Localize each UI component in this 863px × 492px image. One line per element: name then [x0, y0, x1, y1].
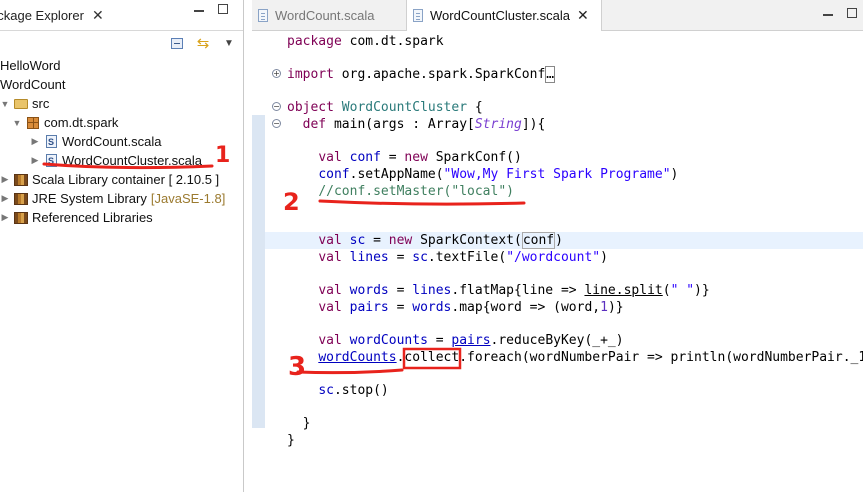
annotation-underline-3: [296, 368, 404, 375]
annotation-number-2: 2: [283, 188, 300, 216]
annotation-box-collect: [402, 347, 462, 370]
annotation-underline-2: [318, 199, 526, 206]
annotation-number-1: 1: [215, 143, 231, 168]
annotation-overlay: [42, 162, 526, 375]
annotation-number-3: 3: [288, 352, 307, 382]
annotation-underline-1: [42, 162, 214, 170]
